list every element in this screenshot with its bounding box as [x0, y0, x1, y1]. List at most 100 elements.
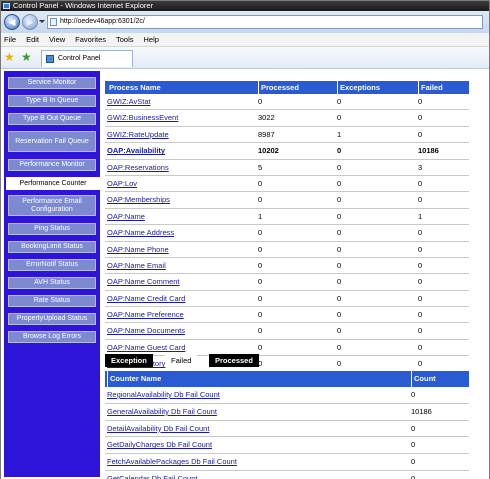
counter-name-link[interactable]: RegionalAvailability Db Fail Count [107, 387, 220, 404]
counter-name-link[interactable]: FetchAvailablePackages Db Fail Count [107, 454, 237, 471]
sidebar-item-propertyupload-status[interactable]: PropertyUpload Status [8, 313, 96, 325]
favorites-bar: ★ ★ Control Panel [1, 47, 489, 69]
menu-tools[interactable]: Tools [111, 33, 139, 47]
table-row: OAP:Name Credit Card 0 0 0 [105, 291, 469, 308]
sidebar: Service Monitor Type B In Queue Type B O… [4, 71, 100, 477]
exceptions-cell: 0 [337, 162, 342, 172]
table-row: GeneralAvailability Db Fail Count 10186 [105, 404, 469, 421]
exceptions-cell: 0 [337, 211, 342, 221]
back-button[interactable]: ◀ [4, 14, 20, 30]
table-row: OAP:Name Documents 0 0 0 [105, 323, 469, 340]
process-name-link[interactable]: OAP:Name Preference [107, 307, 184, 323]
table-row: RegionalAvailability Db Fail Count 0 [105, 387, 469, 404]
menu-file[interactable]: File [1, 33, 21, 47]
window-title: Control Panel - Windows Internet Explore… [13, 1, 154, 10]
process-name-link[interactable]: OAP:Name Email [107, 258, 166, 274]
address-bar: ◀ ▶ http://oedev46app:6301/2c/ [1, 11, 489, 33]
menu-edit[interactable]: Edit [21, 33, 44, 47]
sidebar-item-errornotif-status[interactable]: ErrorNotif Status [8, 259, 96, 271]
sidebar-item-avh-status[interactable]: AVH Status [8, 277, 96, 289]
counter-name-link[interactable]: GetCalendar Db Fail Count [107, 471, 197, 479]
failed-cell: 0 [418, 310, 423, 320]
process-name-link[interactable]: OAP:Name Credit Card [107, 291, 185, 307]
counter-name-link[interactable]: GetDailyCharges Db Fail Count [107, 437, 212, 454]
tab-control-panel[interactable]: Control Panel [41, 50, 133, 67]
menu-view[interactable]: View [44, 33, 70, 47]
url-text: http://oedev46app:6301/2c/ [60, 18, 145, 25]
process-name-link[interactable]: GWIZ:BusinessEvent [107, 110, 178, 126]
sidebar-item-bookinglimit-status[interactable]: BookingLimit Status [8, 241, 96, 253]
exceptions-cell: 0 [337, 277, 342, 287]
count-cell: 0 [411, 457, 416, 467]
header-counter-name: Counter Name [107, 371, 161, 387]
sidebar-item-browse-log-errors[interactable]: Browse Log Errors [8, 331, 96, 343]
table-row: OAP:Name Preference 0 0 0 [105, 307, 469, 324]
table-row: OAP:Availability 10202 0 10186 [105, 143, 469, 160]
exceptions-cell: 1 [337, 129, 342, 139]
count-cell: 0 [411, 390, 416, 399]
process-table: Process Name Processed Exceptions Failed… [105, 81, 469, 373]
page-icon [50, 18, 57, 26]
table-row: GetCalendar Db Fail Count 0 [105, 471, 469, 479]
process-name-link[interactable]: OAP:Name [107, 209, 145, 225]
favorites-star-icon[interactable]: ★ [4, 51, 15, 63]
sidebar-item-type-b-in-queue[interactable]: Type B In Queue [8, 95, 96, 107]
process-name-link[interactable]: OAP:Reservations [107, 160, 169, 176]
exceptions-cell: 0 [337, 228, 342, 238]
exceptions-cell: 0 [337, 113, 342, 123]
exceptions-cell: 0 [337, 178, 342, 188]
process-name-link[interactable]: GWIZ:AvStat [107, 94, 151, 110]
legend-processed: Processed [209, 354, 259, 367]
table-row: GWIZ:AvStat 0 0 0 [105, 94, 469, 111]
process-table-header: Process Name Processed Exceptions Failed [105, 81, 469, 94]
failed-cell: 0 [418, 260, 423, 270]
processed-cell: 0 [258, 326, 263, 336]
title-bar: Control Panel - Windows Internet Explore… [1, 1, 489, 11]
process-name-link[interactable]: OAP:Name Address [107, 225, 174, 241]
sidebar-item-service-monitor[interactable]: Service Monitor [8, 77, 96, 89]
sidebar-item-performance-email-configuration[interactable]: Performance Email Configuration [8, 195, 96, 216]
process-name-link[interactable]: OAP:Name Phone [107, 242, 169, 258]
failed-cell: 0 [418, 113, 423, 123]
sidebar-item-type-b-out-queue[interactable]: Type B Out Queue [8, 113, 96, 125]
history-dropdown-icon[interactable] [39, 20, 45, 23]
process-table-body: GWIZ:AvStat 0 0 0 GWIZ:BusinessEvent 3022 0 0 GW… [105, 94, 469, 373]
menu-bar: File Edit View Favorites Tools Help [1, 33, 489, 47]
processed-cell: 0 [258, 244, 263, 254]
internet-explorer-icon [3, 3, 10, 9]
table-row: OAP:Name Phone 0 0 0 [105, 242, 469, 258]
failed-cell: 0 [418, 293, 423, 303]
sidebar-item-reservation-fail-queue[interactable]: Reservation Fail Queue [8, 131, 96, 152]
process-name-link[interactable]: OAP:Memberships [107, 192, 170, 208]
process-name-link[interactable]: OAP:Availability [107, 143, 165, 159]
failed-cell: 0 [418, 277, 423, 287]
forward-button[interactable]: ▶ [22, 14, 38, 30]
url-input[interactable]: http://oedev46app:6301/2c/ [47, 15, 483, 29]
counter-name-link[interactable]: DetailAvailability Db Fail Count [107, 421, 209, 438]
exceptions-cell: 0 [337, 244, 342, 254]
process-name-link[interactable]: OAP:Lov [107, 176, 137, 192]
process-name-link[interactable]: OAP:Name Documents [107, 323, 185, 339]
menu-help[interactable]: Help [139, 33, 164, 47]
table-row: GWIZ:BusinessEvent 3022 0 0 [105, 110, 469, 127]
processed-cell: 10202 [258, 146, 279, 156]
failed-cell: 0 [418, 195, 423, 205]
sidebar-item-ping-status[interactable]: Ping Status [8, 223, 96, 235]
processed-cell: 0 [258, 97, 263, 106]
process-name-link[interactable]: OAP:Name Comment [107, 274, 180, 290]
process-name-link[interactable]: GWIZ:RateUpdate [107, 127, 169, 143]
failed-cell: 10186 [418, 146, 439, 156]
add-favorites-icon[interactable]: ★ [21, 51, 32, 63]
sidebar-item-performance-monitor[interactable]: Performance Monitor [8, 159, 96, 171]
status-legend: Exception Failed Processed [105, 354, 365, 368]
table-row: GetDailyCharges Db Fail Count 0 [105, 437, 469, 455]
exceptions-cell: 0 [337, 310, 342, 320]
sidebar-item-rate-status[interactable]: Rate Status [8, 295, 96, 307]
processed-cell: 1 [258, 211, 263, 221]
exceptions-cell: 0 [337, 195, 342, 205]
failed-cell: 0 [418, 228, 423, 238]
menu-favorites[interactable]: Favorites [70, 33, 111, 47]
counter-name-link[interactable]: GeneralAvailability Db Fail Count [107, 404, 217, 421]
sidebar-item-performance-counter[interactable]: Performance Counter [6, 177, 100, 190]
table-row: OAP:Lov 0 0 0 [105, 176, 469, 193]
